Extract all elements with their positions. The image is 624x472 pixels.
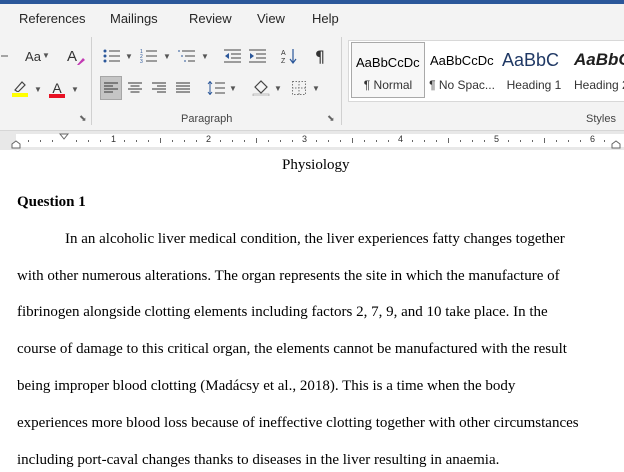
chevron-down-icon: ▼ [42,51,50,60]
body-line: being improper blood clotting (Madácsy e… [17,378,516,394]
question-heading: Question 1 [17,194,86,210]
style-heading-1[interactable]: AaBbC Heading 1 [498,41,570,99]
font-dialog-launcher-icon[interactable]: ⬊ [79,113,87,124]
bullets-button[interactable] [101,45,123,67]
body-line: experiences more blood loss because of i… [17,415,579,431]
ruler-number: 1 [111,134,117,144]
style-name: ¶ Normal [363,78,413,92]
decrease-indent-button[interactable] [222,45,244,67]
text-highlight-button[interactable] [10,78,30,100]
chevron-down-icon[interactable]: ▼ [71,85,79,94]
svg-text:Z: Z [281,58,286,65]
paragraph-group-label: Paragraph [181,113,233,125]
multilevel-list-icon [178,50,195,62]
body-line: fibrinogen alongside clotting elements i… [17,304,548,320]
page-header-text: Physiology [282,157,350,173]
change-case-button[interactable]: Aa ▼ [18,45,50,67]
chevron-down-icon[interactable]: ▼ [34,85,42,94]
ruler-number: 4 [398,134,404,144]
horizontal-ruler[interactable]: 1 2 3 4 5 6 [0,131,624,150]
clear-formatting-button[interactable]: A [61,45,85,67]
styles-gallery: AaBbCcDc ¶ Normal AaBbCcDc ¶ No Spac... … [348,40,624,102]
chevron-down-icon[interactable]: ▼ [312,84,320,93]
svg-text:A: A [281,50,286,57]
align-center-button[interactable] [124,77,146,99]
ruler-number: 3 [302,134,308,144]
justify-icon [176,82,190,93]
style-preview: AaBbCcDc [430,53,494,68]
style-normal[interactable]: AaBbCcDc ¶ Normal [351,42,425,98]
bullets-icon [103,49,120,63]
align-right-button[interactable] [148,77,170,99]
line-spacing-icon [207,81,225,95]
font-color-icon: A [49,80,65,98]
align-right-icon [152,82,166,93]
sort-az-icon: A Z [281,49,297,65]
line-spacing-button[interactable] [205,77,227,99]
decrease-indent-icon [224,49,241,63]
style-heading-2[interactable]: AaBbC Heading 2 [570,41,624,99]
tab-references[interactable]: References [19,11,85,26]
pilcrow-icon: ¶ [314,46,326,66]
ruler-ticks [11,133,621,149]
chevron-down-icon[interactable]: ▼ [201,52,209,61]
chevron-down-icon[interactable]: ▼ [274,84,282,93]
tab-help[interactable]: Help [312,11,339,26]
sort-button[interactable]: A Z [278,45,300,67]
increase-indent-button[interactable] [247,45,269,67]
font-color-button[interactable]: A [47,78,67,100]
chevron-down-icon[interactable]: ▼ [229,84,237,93]
svg-text:3: 3 [140,59,143,63]
tab-review[interactable]: Review [189,11,232,26]
highlight-color-swatch [12,93,28,97]
borders-button[interactable] [288,77,310,99]
numbering-button[interactable]: 1 2 3 [138,45,160,67]
ruler-number: 5 [494,134,500,144]
multilevel-list-button[interactable] [176,45,198,67]
increase-indent-icon [249,49,266,63]
clear-formatting-icon: A [67,48,85,65]
change-case-icon: Aa [25,48,41,64]
style-name: Heading 1 [506,78,562,92]
paint-bucket-icon [252,80,270,96]
show-formatting-marks-button[interactable]: ¶ [309,45,331,67]
tab-mailings[interactable]: Mailings [110,11,158,26]
right-indent-marker [611,140,621,149]
ruler-number: 2 [206,134,212,144]
borders-icon [292,81,306,95]
body-line: with other numerous alterations. The org… [17,268,560,284]
align-left-button[interactable] [100,76,122,100]
align-left-icon [104,82,118,93]
document-page[interactable]: Physiology Question 1 In an alcoholic li… [0,150,624,472]
style-preview: AaBbC [574,50,624,69]
ruler-number: 6 [590,134,596,144]
body-line: including port-caval changes thanks to d… [17,452,500,468]
style-no-spacing[interactable]: AaBbCcDc ¶ No Spac... [426,41,498,99]
align-center-icon [128,82,142,93]
body-line: In an alcoholic liver medical condition,… [65,231,565,247]
ribbon-tab-bar: References Mailings Review View Help [0,4,624,33]
chevron-down-icon[interactable]: ▼ [125,52,133,61]
numbering-icon: 1 2 3 [140,49,157,63]
font-color-swatch [49,94,65,98]
highlighter-icon [12,80,28,98]
justify-button[interactable] [172,77,194,99]
style-name: ¶ No Spac... [429,78,495,92]
tab-view[interactable]: View [257,11,285,26]
styles-group-label: Styles [586,113,616,125]
group-separator [341,37,342,125]
ribbon: Aa ▼ A ▼ A ▼ ▼ 1 2 3 ▼ ▼ A Z ¶ ▼ ▼ ▼ Par… [0,33,624,131]
font-group-edge [0,45,8,67]
style-name: Heading 2 [574,78,624,92]
style-preview: AaBbCcDc [356,55,420,70]
group-separator [91,37,92,125]
first-line-indent-marker [58,133,70,140]
style-preview: AaBbC [502,50,560,70]
shading-button[interactable] [250,77,272,99]
paragraph-dialog-launcher-icon[interactable]: ⬊ [327,113,335,124]
chevron-down-icon[interactable]: ▼ [163,52,171,61]
body-line: course of damage to this critical organ,… [17,341,567,357]
left-indent-marker [11,140,21,149]
